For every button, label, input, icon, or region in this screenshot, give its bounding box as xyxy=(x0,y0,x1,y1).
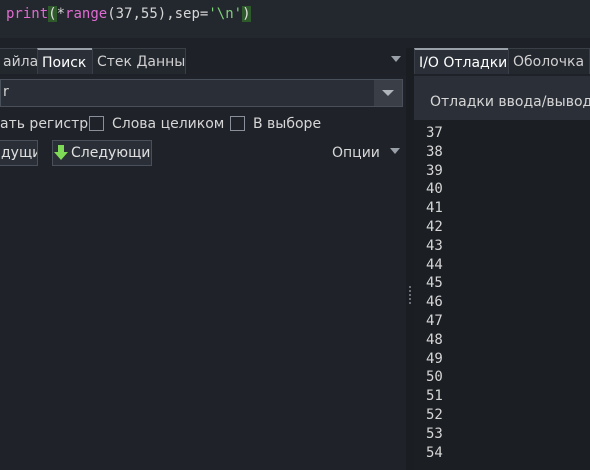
code-paren-close: ) xyxy=(242,6,251,22)
io-header-label: Отладки ввода/вывода xyxy=(430,94,590,110)
output-line: 41 xyxy=(426,200,443,217)
tab-search-label: Поиск xyxy=(42,55,87,71)
output-line: 45 xyxy=(426,275,443,292)
code-editor[interactable]: print(*range(37,55),sep='\n') xyxy=(0,0,590,38)
output-line: 47 xyxy=(426,312,443,329)
whole-words-label[interactable]: Слова целиком xyxy=(112,116,224,132)
tab-shell[interactable]: Оболочка Р xyxy=(508,48,590,74)
output-line: 51 xyxy=(426,388,443,405)
search-input-value: r xyxy=(3,84,9,100)
output-line: 39 xyxy=(426,162,443,179)
splitter-grip xyxy=(409,286,411,288)
next-button[interactable]: Следующий xyxy=(52,140,152,166)
output-line: 40 xyxy=(426,181,443,198)
splitter-grip xyxy=(409,294,411,296)
search-input[interactable]: r xyxy=(0,79,403,107)
left-tab-bar: айлах Поиск Стек Данных xyxy=(0,48,406,76)
search-panel xyxy=(0,76,406,470)
output-line: 38 xyxy=(426,143,443,160)
output-line: 50 xyxy=(426,369,443,386)
next-button-label: Следующий xyxy=(71,145,152,161)
io-panel-header: Отладки ввода/вывода xyxy=(414,76,590,120)
code-args: *range(37,55),sep='\n' xyxy=(56,6,243,22)
code-line[interactable]: print(*range(37,55),sep='\n') xyxy=(6,6,251,22)
search-dropdown-button[interactable] xyxy=(374,80,402,106)
whole-words-checkbox[interactable] xyxy=(89,116,104,131)
output-line: 44 xyxy=(426,256,443,273)
io-output-text: 37 38 39 40 41 42 43 44 45 46 47 48 49 50 51 52 53 54 xyxy=(426,124,443,462)
code-keyword: print xyxy=(6,6,49,22)
splitter-grip xyxy=(409,290,411,292)
previous-button-label: дущий xyxy=(1,145,37,161)
tab-io-debug[interactable]: I/O Отладки xyxy=(414,48,509,74)
output-line: 48 xyxy=(426,331,443,348)
tab-files[interactable]: айлах xyxy=(0,48,38,74)
output-line: 49 xyxy=(426,350,443,367)
splitter-grip xyxy=(409,302,411,304)
code-paren-open: ( xyxy=(48,6,57,22)
in-selection-checkbox[interactable] xyxy=(230,116,245,131)
output-line: 46 xyxy=(426,294,443,311)
editor-separator xyxy=(0,38,590,48)
output-line: 42 xyxy=(426,218,443,235)
pane-splitter[interactable] xyxy=(406,48,414,470)
chevron-down-icon xyxy=(382,90,394,96)
output-line: 43 xyxy=(426,237,443,254)
right-tab-bar: I/O Отладки Оболочка Р xyxy=(414,48,590,76)
tab-data-stack[interactable]: Стек Данных xyxy=(92,48,186,74)
tab-io-label: I/O Отладки xyxy=(419,55,508,71)
in-selection-label[interactable]: В выборе xyxy=(253,116,321,132)
previous-button[interactable]: дущий xyxy=(0,140,38,166)
splitter-grip xyxy=(409,298,411,300)
triangle-down-icon xyxy=(390,148,401,154)
output-line: 54 xyxy=(426,444,443,461)
match-case-label[interactable]: ать регистр xyxy=(0,116,88,132)
tab-shell-label: Оболочка Р xyxy=(513,54,590,70)
arrow-down-icon xyxy=(54,145,68,160)
tab-menu-icon[interactable] xyxy=(390,54,402,64)
tab-search[interactable]: Поиск xyxy=(37,48,93,74)
tab-files-label: айлах xyxy=(3,54,38,70)
tab-stack-label: Стек Данных xyxy=(97,54,186,70)
options-label: Опции xyxy=(332,145,380,161)
output-line: 53 xyxy=(426,425,443,442)
output-line: 37 xyxy=(426,125,443,141)
output-line: 52 xyxy=(426,406,443,423)
options-menu[interactable]: Опции xyxy=(332,145,401,161)
